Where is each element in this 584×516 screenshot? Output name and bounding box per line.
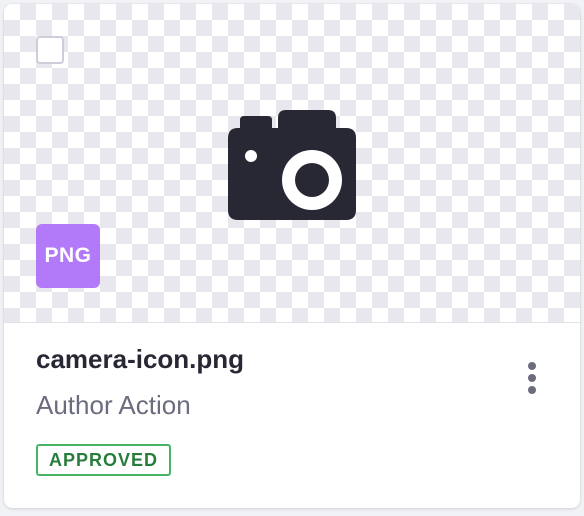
status-badge: APPROVED [36, 444, 172, 476]
file-title[interactable]: camera-icon.png [36, 344, 244, 375]
preview-area: PNG [4, 4, 580, 323]
vertical-ellipsis-icon [528, 362, 536, 370]
select-checkbox[interactable] [36, 36, 64, 64]
file-subtitle: Author Action [36, 390, 191, 420]
camera-icon [228, 110, 356, 220]
vertical-ellipsis-dot [528, 374, 536, 382]
file-type-badge: PNG [36, 224, 100, 288]
vertical-ellipsis-dot [528, 386, 536, 394]
file-card[interactable]: PNG camera-icon.png Author Action APPROV… [4, 4, 580, 508]
more-actions-button[interactable] [516, 354, 548, 402]
